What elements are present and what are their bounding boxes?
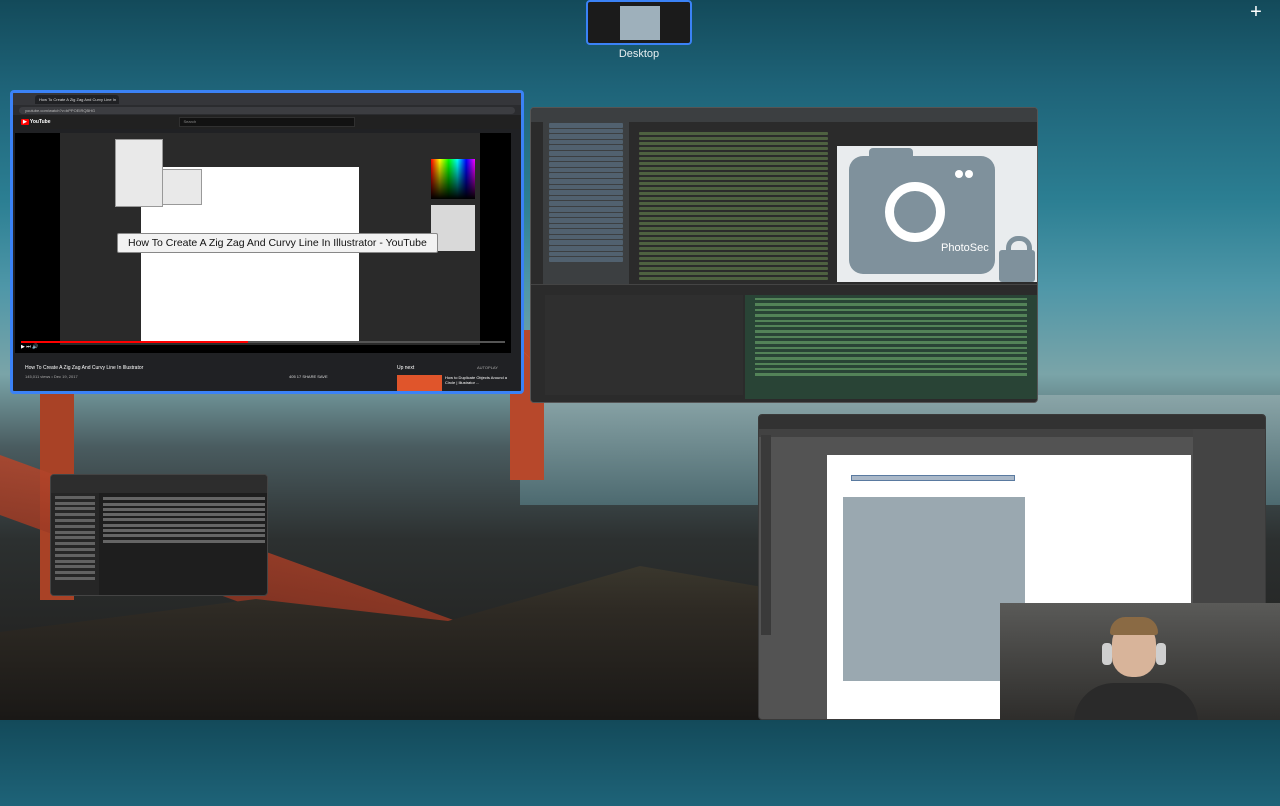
browser-tab[interactable]: How To Create A Zig Zag And Curvy Line I…: [35, 94, 119, 111]
browser-window[interactable]: How To Create A Zig Zag And Curvy Line I…: [10, 90, 524, 394]
ide-image-preview: PhotoSec: [837, 146, 1037, 282]
ide-window[interactable]: PhotoSec: [530, 107, 1038, 403]
illustrator-doc-tabs[interactable]: [759, 429, 1265, 437]
headphone-right: [1156, 643, 1166, 665]
headphone-left: [1102, 643, 1112, 665]
webcam-overlay: [1000, 603, 1280, 720]
browser-toolbar: youtube.com/watch?v=bPPOEIRQBHG: [13, 105, 521, 115]
ide-toolbar: [531, 108, 1037, 122]
browser-tab-strip: How To Create A Zig Zag And Curvy Line I…: [13, 93, 521, 111]
youtube-logo[interactable]: ▶ YouTube: [21, 119, 51, 125]
video-views: 145,011 views • Dec 19, 2017: [25, 374, 78, 379]
desktop-space-label: Desktop: [618, 48, 660, 60]
ide-code-editor[interactable]: [631, 130, 836, 290]
ide-version-control-panel[interactable]: [531, 284, 1037, 402]
finder-file-list[interactable]: [101, 495, 267, 545]
illustrator-selected-line[interactable]: [851, 475, 1015, 481]
ide-project-tree[interactable]: [543, 122, 629, 290]
illustrator-rectangle-shape[interactable]: [843, 497, 1025, 681]
camera-icon: [849, 148, 995, 274]
preview-logo-text: PhotoSec: [941, 242, 989, 254]
next-video-thumbnail[interactable]: [397, 375, 442, 391]
youtube-search-input[interactable]: Search: [178, 117, 355, 127]
ide-changes-list[interactable]: [545, 295, 743, 395]
finder-sidebar[interactable]: [51, 493, 99, 595]
video-submenu: [162, 169, 202, 205]
desktop-space-thumbnail[interactable]: [586, 0, 692, 45]
video-progress-bar[interactable]: [21, 341, 505, 343]
video-title: How To Create A Zig Zag And Curvy Line I…: [25, 365, 144, 371]
illustrator-title-bar: [759, 415, 1265, 429]
up-next-label: Up next: [397, 365, 415, 371]
video-actions[interactable]: 405 17 SHARE SAVE: [289, 374, 328, 379]
video-color-picker: [431, 159, 475, 199]
lock-icon: [999, 236, 1035, 282]
finder-toolbar: [51, 475, 267, 493]
finder-window[interactable]: [50, 474, 268, 596]
ide-diff-view: [745, 295, 1037, 399]
video-controls[interactable]: ▶ ⏭ 🔊: [21, 344, 505, 352]
youtube-header: ▶ YouTube Search: [13, 115, 521, 129]
add-space-button[interactable]: +: [1246, 2, 1266, 22]
illustrator-toolbar[interactable]: [761, 435, 771, 635]
next-video-title[interactable]: How to Duplicate Objects Around a Circle…: [445, 375, 509, 385]
mouse-cursor: ➤: [302, 276, 313, 290]
presenter-hair: [1110, 617, 1158, 635]
address-bar[interactable]: youtube.com/watch?v=bPPOEIRQBHG: [19, 106, 515, 114]
presenter-body: [1074, 683, 1198, 720]
autoplay-toggle[interactable]: AUTOPLAY: [477, 365, 498, 370]
window-title-tooltip: How To Create A Zig Zag And Curvy Line I…: [117, 233, 438, 253]
video-menu: [115, 139, 163, 207]
